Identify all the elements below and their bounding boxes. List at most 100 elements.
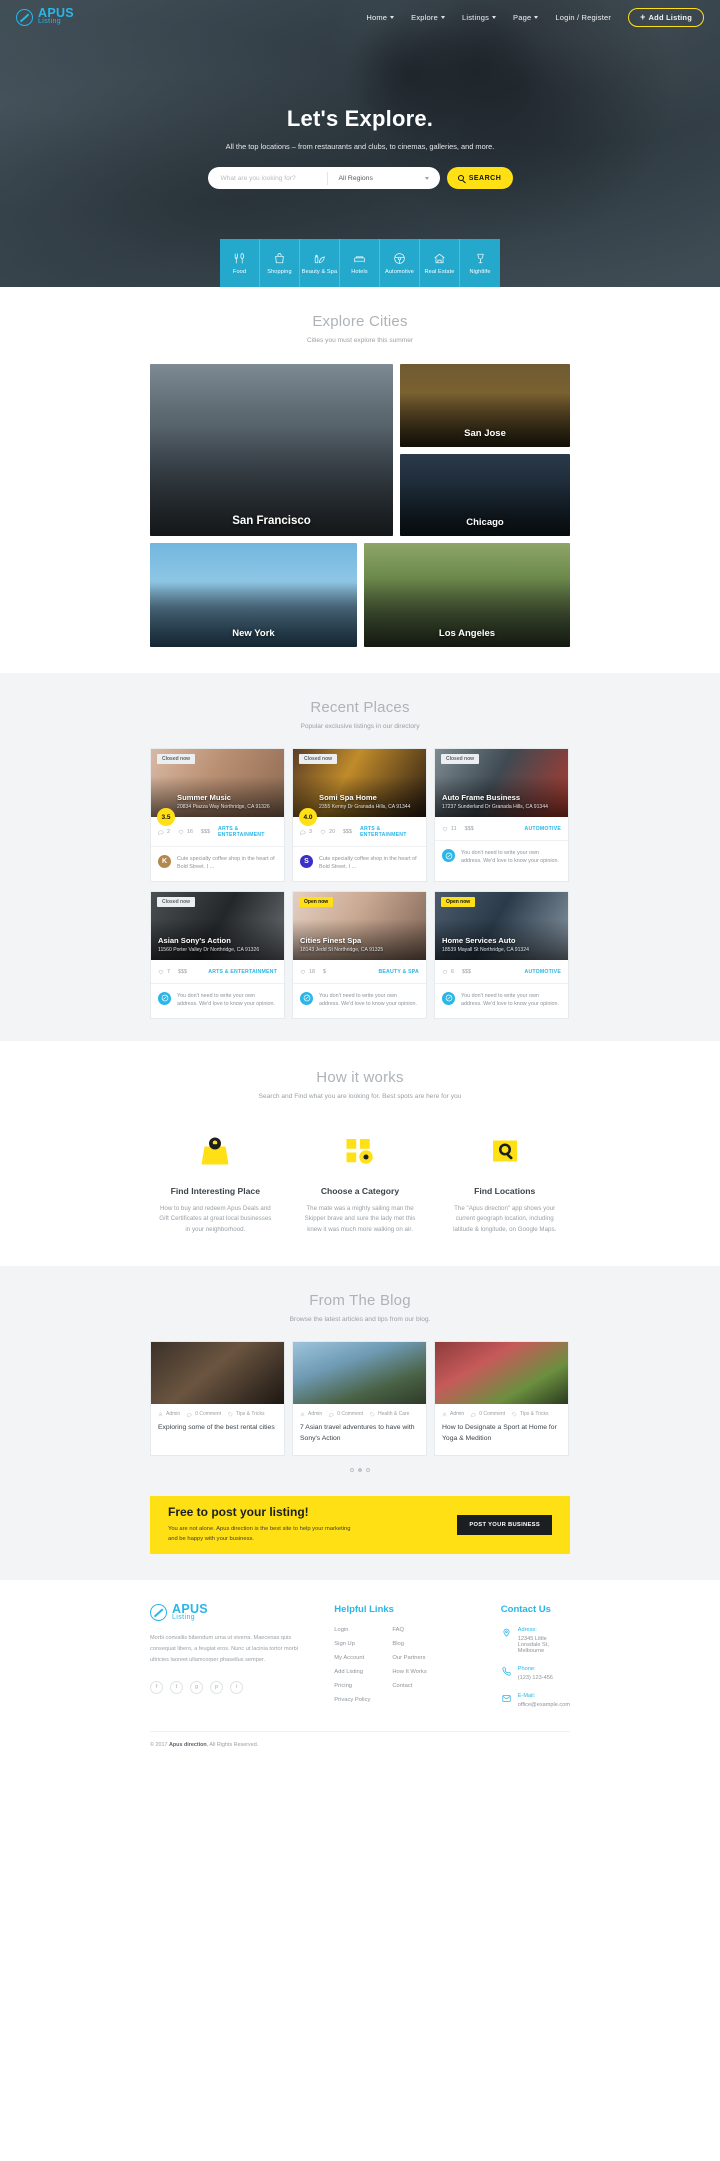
contact-value: 12345 Little Lonsdale St, Melbourne [517,1635,549,1654]
listing-category[interactable]: ARTS & ENTERTAINMENT [360,826,419,838]
footer-link-our-partners[interactable]: Our Partners [392,1655,426,1661]
google-plus-icon[interactable]: g [190,1680,203,1694]
carousel-dot-active[interactable] [358,1467,362,1472]
avatar [158,991,171,1005]
blog-post-card[interactable]: Admin 0 Comment Tips & Tricks How to Des… [434,1341,569,1456]
listing-address: 11560 Porter Valley Dr Northridge, CA 91… [158,946,260,953]
category-food[interactable]: Food [220,239,260,287]
wine-glass-icon [476,253,484,263]
category-quicklinks: Food Shopping Beauty & Spa Hotels Automo… [0,239,720,287]
listing-address: 18539 Mayall St Northridge, CA 91324 [442,946,529,953]
nav-item-listings[interactable]: Listings [462,13,497,22]
carousel-dot[interactable] [350,1467,354,1472]
footer-link-privacy-policy[interactable]: Privacy Policy [334,1697,370,1703]
listing-category[interactable]: ARTS & ENTERTAINMENT [208,969,277,975]
main-menu: Home Explore Listings Page Login / Regis… [366,7,704,27]
blog-post-title[interactable]: Exploring some of the best rental cities [151,1417,284,1444]
listing-category[interactable]: ARTS & ENTERTAINMENT [218,826,277,838]
contact-value[interactable]: office@example.com [518,1702,570,1708]
listing-card[interactable]: Open now Cities Finest Spa 18143 Jedd St… [292,890,427,1019]
footer-link-login[interactable]: Login [334,1627,370,1633]
listing-category[interactable]: BEAUTY & SPA [378,969,419,975]
category-beauty-spa[interactable]: Beauty & Spa [300,239,340,287]
carousel-dot[interactable] [366,1467,370,1472]
listing-category[interactable]: AUTOMOTIVE [525,969,562,975]
city-card-new-york[interactable]: New York [150,543,357,647]
logo-circle-icon [445,852,452,859]
price-level: $$$ [464,826,474,832]
pinterest-icon[interactable]: p [210,1680,223,1694]
listing-card[interactable]: Closed now Auto Frame Business 17237 Sun… [434,748,569,882]
category-nightlife[interactable]: Nightlife [460,239,500,287]
nav-item-login-register[interactable]: Login / Register [555,13,611,22]
blog-post-image [151,1342,284,1405]
copyright-bar: © 2017 Apus direction, All Rights Reserv… [150,1730,570,1762]
footer-link-sign-up[interactable]: Sign Up [334,1641,370,1647]
search-button[interactable]: SEARCH [446,167,513,189]
how-step-choose-category: Choose a Category The mate was a mighty … [295,1130,426,1237]
twitter-icon[interactable]: t [170,1680,183,1694]
city-card-chicago[interactable]: Chicago [400,454,570,536]
footer-link-my-account[interactable]: My Account [334,1655,370,1661]
comment-count-value: 0 Comment [337,1411,364,1418]
cta-banner: Free to post your listing! You are not a… [150,1495,570,1554]
category-real-estate[interactable]: Real Estate [420,239,460,287]
tag-icon [228,1411,233,1417]
blog-post-title[interactable]: 7 Asian travel adventures to have with S… [293,1417,426,1455]
section-subtitle: Cities you must explore this summer [306,337,414,344]
city-card-los-angeles[interactable]: Los Angeles [364,543,570,647]
region-select[interactable]: All Regions [328,175,437,182]
price-level: $$$ [462,968,471,975]
footer-link-pricing[interactable]: Pricing [334,1683,370,1689]
avatar: S [300,855,313,868]
post-your-business-button[interactable]: POST YOUR BUSINESS [457,1514,552,1535]
listing-image: Closed now 4.0 Somi Spa Home 2355 Kenny … [293,749,426,826]
hero-section: APUS Listing Home Explore Listings Page … [0,0,720,287]
site-footer: APUS Listing Morbi convallis bibendum ur… [0,1579,720,1762]
footer-heading-helpful: Helpful Links [334,1603,394,1615]
copyright-brand: Apus direction [168,1741,207,1748]
category-hotels[interactable]: Hotels [340,239,380,287]
add-listing-button[interactable]: + Add Listing [628,7,704,27]
facebook-icon[interactable]: f [150,1680,163,1694]
price-level: $$$ [343,829,352,835]
footer-link-add-listing[interactable]: Add Listing [334,1669,370,1675]
listing-image: Open now Cities Finest Spa 18143 Jedd St… [293,891,426,960]
chevron-down-icon [424,176,429,180]
step-desc: How to buy and redeem Apus Deals and Gif… [159,1204,272,1234]
nav-item-home[interactable]: Home [366,13,395,22]
footer-link-contact[interactable]: Contact [392,1683,426,1689]
blog-post-card[interactable]: Admin 0 Comment Tips & Tricks Exploring … [150,1341,285,1456]
listing-card[interactable]: Closed now 4.0 Somi Spa Home 2355 Kenny … [292,748,427,882]
category-shopping[interactable]: Shopping [260,239,300,287]
city-card-san-francisco[interactable]: San Francisco [150,364,393,536]
blog-post-card[interactable]: Admin 0 Comment Health & Care 7 Asian tr… [292,1341,427,1456]
listing-card[interactable]: Closed now Asian Sony's Action 11560 Por… [150,890,285,1019]
instagram-icon[interactable]: i [230,1680,243,1694]
page-root: APUS Listing Home Explore Listings Page … [0,0,720,1762]
city-card-san-jose[interactable]: San Jose [400,364,570,447]
blog-post-title[interactable]: How to Designate a Sport at Home for Yog… [435,1417,568,1455]
footer-link-faq[interactable]: FAQ [392,1627,426,1633]
listing-card[interactable]: Open now Home Services Auto 18539 Mayall… [434,890,569,1019]
nav-item-page[interactable]: Page [513,12,539,22]
nav-label: Page [513,12,532,22]
footer-link-blog[interactable]: Blog [392,1641,426,1647]
listing-card[interactable]: Closed now 3.5 Summer Music 20834 Piazza… [150,748,285,882]
search-input[interactable]: What are you looking for? [210,175,328,182]
footer-link-how-it-works[interactable]: How It Works [392,1669,426,1675]
listing-meta: 7 $$$ ARTS & ENTERTAINMENT [151,960,284,984]
blog-post-meta: Admin 0 Comment Tips & Tricks [151,1404,284,1417]
price-level: $$$ [201,829,210,835]
section-subtitle: Browse the latest articles and tips from… [289,1316,431,1324]
count-value: 16 [187,829,193,835]
contact-address: Adress: 12345 Little Lonsdale St, Melbou… [501,1627,570,1654]
footer-logo[interactable]: APUS Listing [150,1603,316,1621]
listing-review: You don't need to write your own address… [151,984,284,1018]
tag-name: Tips & Tricks [236,1411,265,1418]
listing-category[interactable]: AUTOMOTIVE [525,826,562,832]
category-label: Nightlife [469,268,491,275]
nav-item-explore[interactable]: Explore [411,13,445,22]
site-logo[interactable]: APUS Listing [16,7,74,26]
category-automotive[interactable]: Automotive [380,239,420,287]
